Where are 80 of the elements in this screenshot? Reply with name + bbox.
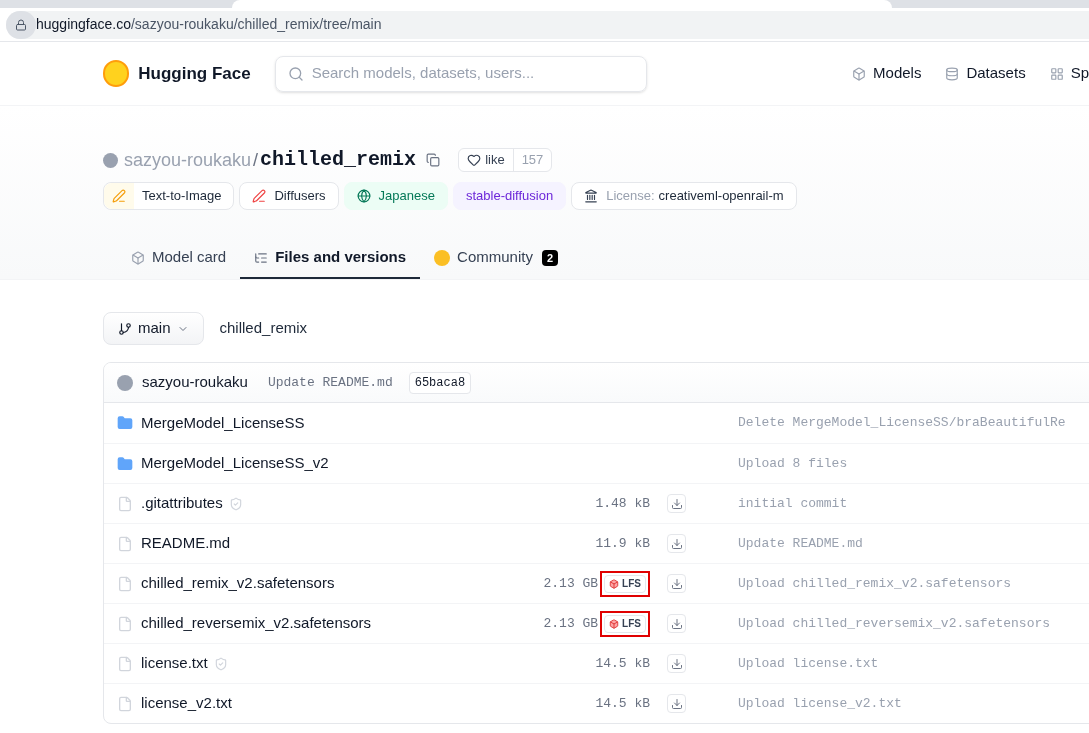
file-size: 14.5 kB bbox=[595, 694, 650, 713]
search-input[interactable]: Search models, datasets, users... bbox=[311, 62, 635, 85]
pencil-icon bbox=[252, 189, 267, 203]
download-icon bbox=[670, 497, 683, 510]
download-icon bbox=[670, 697, 683, 710]
address-bar[interactable]: huggingface.co/sazyou-roukaku/chilled_remix/tree/main bbox=[6, 10, 1089, 39]
lock-icon bbox=[15, 18, 27, 31]
lfs-badge: LFS bbox=[604, 614, 646, 633]
tag-chip[interactable]: stable-diffusion bbox=[452, 182, 567, 210]
download-button[interactable] bbox=[667, 494, 686, 513]
search-icon bbox=[287, 65, 304, 82]
file-icon bbox=[117, 615, 133, 632]
count-badge: 2 bbox=[541, 249, 559, 266]
branch-dropdown[interactable]: main bbox=[103, 312, 204, 345]
cube-icon bbox=[852, 66, 867, 81]
brand-link[interactable]: Hugging Face bbox=[138, 60, 251, 87]
cube-icon bbox=[609, 578, 620, 589]
download-button[interactable] bbox=[667, 534, 686, 553]
avatar bbox=[103, 152, 118, 168]
file-icon bbox=[117, 575, 133, 592]
file-link[interactable]: license.txt bbox=[141, 652, 208, 675]
download-icon bbox=[670, 537, 683, 550]
commit-author-link[interactable]: sazyou-roukaku bbox=[142, 371, 248, 394]
commit-hash-link[interactable]: 65baca8 bbox=[408, 371, 472, 394]
download-button[interactable] bbox=[667, 654, 686, 673]
heart-icon bbox=[467, 153, 482, 167]
branch-icon bbox=[118, 321, 132, 336]
folder-link[interactable]: MergeModel_LicenseSS bbox=[141, 411, 305, 435]
download-button[interactable] bbox=[667, 574, 686, 593]
database-icon bbox=[945, 66, 960, 81]
list-icon bbox=[254, 250, 269, 265]
lfs-badge: LFS bbox=[604, 574, 646, 593]
tab[interactable]: Community 2 bbox=[420, 238, 573, 279]
nav-link[interactable]: Models bbox=[852, 62, 922, 85]
file-icon bbox=[117, 535, 133, 552]
copy-icon[interactable] bbox=[426, 153, 441, 167]
file-icon bbox=[117, 695, 133, 712]
file-link[interactable]: chilled_reversemix_v2.safetensors bbox=[141, 612, 372, 635]
tag-chip[interactable]: Diffusers bbox=[239, 182, 339, 210]
folder-link[interactable]: MergeModel_LicenseSS_v2 bbox=[141, 452, 329, 475]
tab[interactable]: Files and versions bbox=[240, 238, 421, 279]
file-icon bbox=[117, 495, 133, 512]
url-text: huggingface.co/sazyou-roukaku/chilled_remix/tree/main bbox=[36, 15, 382, 34]
globe-icon bbox=[356, 189, 371, 203]
pencil-icon bbox=[112, 189, 126, 203]
avatar bbox=[117, 374, 133, 391]
download-icon bbox=[670, 617, 683, 630]
download-button[interactable] bbox=[667, 614, 686, 633]
file-size: 2.13 GB bbox=[543, 574, 599, 593]
repo-name-link[interactable]: chilled_remix bbox=[260, 145, 417, 175]
search-field[interactable]: Search models, datasets, users... bbox=[274, 55, 648, 92]
file-size: 11.9 kB bbox=[595, 534, 650, 553]
like-button[interactable]: like bbox=[459, 149, 513, 171]
tag-chip[interactable]: Text-to-Image bbox=[103, 182, 235, 210]
tag-chip[interactable]: Japanese bbox=[343, 182, 448, 210]
commit-message-link[interactable]: Update README.md bbox=[267, 372, 393, 393]
bank-icon bbox=[584, 189, 599, 203]
download-button[interactable] bbox=[667, 694, 686, 713]
file-icon bbox=[117, 655, 133, 672]
folder-icon bbox=[117, 415, 133, 431]
nav-link[interactable]: Datasets bbox=[945, 62, 1026, 85]
file-size: 2.13 GB bbox=[543, 614, 599, 633]
path-breadcrumb: chilled_remix bbox=[219, 318, 308, 339]
file-link[interactable]: license_v2.txt bbox=[141, 692, 232, 715]
file-link[interactable]: chilled_remix_v2.safetensors bbox=[141, 572, 335, 595]
tab[interactable]: Model card bbox=[117, 238, 241, 279]
grid-icon bbox=[1049, 66, 1064, 81]
path-separator: / bbox=[253, 148, 259, 172]
cube-icon bbox=[609, 618, 620, 629]
tag-chip[interactable]: License: creativeml-openrail-m bbox=[571, 182, 797, 210]
like-count: 157 bbox=[512, 149, 552, 171]
download-icon bbox=[670, 577, 683, 590]
file-link[interactable]: README.md bbox=[141, 532, 231, 555]
folder-icon bbox=[117, 455, 133, 472]
file-size: 14.5 kB bbox=[595, 654, 650, 673]
download-icon bbox=[670, 657, 683, 670]
file-size: 1.48 kB bbox=[595, 494, 650, 513]
cube-icon bbox=[131, 250, 145, 265]
nav-link[interactable]: Sp bbox=[1049, 62, 1089, 85]
file-link[interactable]: .gitattributes bbox=[141, 492, 223, 515]
